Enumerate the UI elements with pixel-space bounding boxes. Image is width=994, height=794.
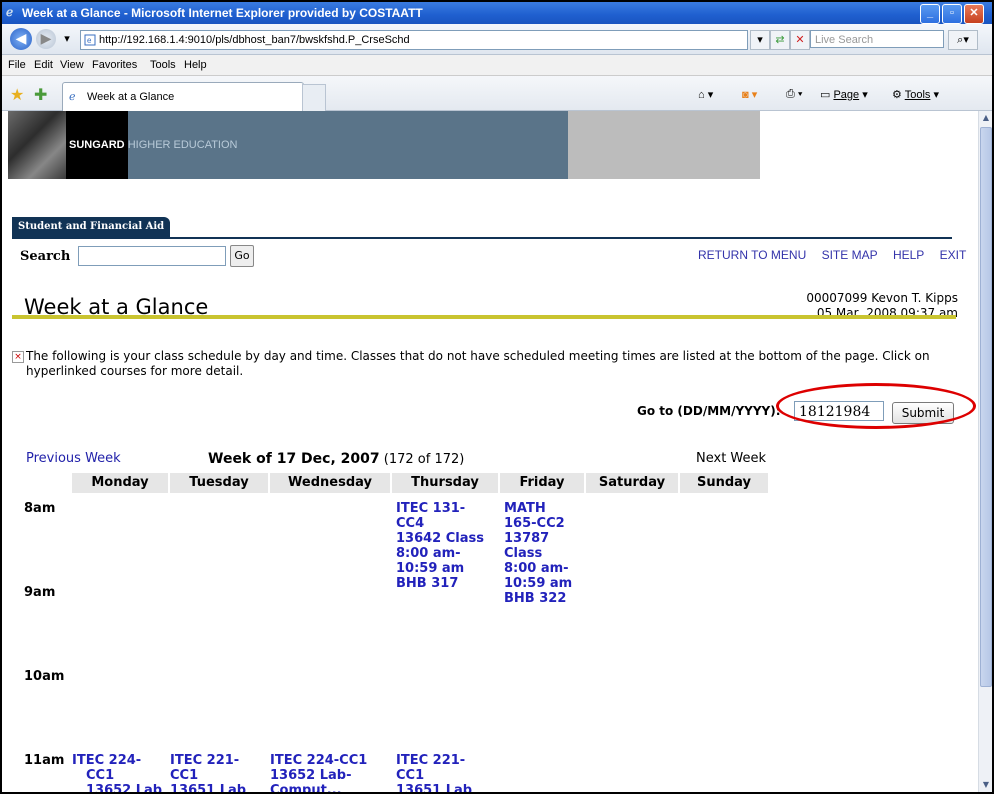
close-button[interactable]: ✕ [964,4,984,24]
goto-date-label: Go to (DD/MM/YYYY): [637,404,781,418]
day-header-tuesday: Tuesday [170,473,268,493]
next-week-link[interactable]: Next Week [696,451,766,466]
day-header-monday: Monday [72,473,168,493]
hour-8am: 8am [24,501,56,516]
tab-student-financial-aid[interactable]: Student and Financial Aid [12,217,171,237]
day-header-thursday: Thursday [392,473,498,493]
top-links: RETURN TO MENU SITE MAP HELP EXIT [698,248,976,262]
tab-label: Week at a Glance [87,91,175,103]
address-dropdown[interactable]: ▾ [750,30,770,50]
refresh-icon[interactable]: ⇄ [770,30,790,50]
day-header-wednesday: Wednesday [270,473,390,493]
menu-tools[interactable]: Tools [150,59,176,71]
nav-divider [12,237,952,239]
go-button[interactable]: Go [230,245,254,267]
favorites-star-icon[interactable]: ★ [10,85,24,104]
address-toolbar: ◀ ▶ ▾ e http://192.168.1.4:9010/pls/dbho… [2,24,992,55]
recent-pages-dropdown[interactable]: ▾ [58,30,76,48]
banner-grey-block [568,111,760,179]
vertical-scrollbar[interactable]: ▲ ▼ [978,111,992,792]
broken-image-icon: × [12,351,24,363]
hour-10am: 10am [24,669,65,684]
back-button[interactable]: ◀ [10,28,32,50]
previous-week-link[interactable]: Previous Week [26,451,121,466]
class-itec131-thursday[interactable]: ITEC 131- CC4 13642 Class 8:00 am- 10:59 am B… [396,501,484,591]
site-map-link[interactable]: SITE MAP [822,248,878,262]
svg-text:e: e [87,36,92,45]
ie-logo-icon: ℯ [6,5,14,19]
home-icon[interactable]: ⌂ ▾ [698,88,713,101]
title-bar: ℯ Week at a Glance - Microsoft Internet … [2,2,992,24]
tools-menu[interactable]: ⚙ Tools ▾ [892,88,939,101]
forward-button[interactable]: ▶ [36,29,56,49]
search-input[interactable] [78,246,226,266]
class-math165-friday[interactable]: MATH 165-CC2 13787 Class 8:00 am- 10:59 am BHB… [504,501,572,606]
maximize-button[interactable]: ▫ [942,4,962,24]
menu-edit[interactable]: Edit [34,59,53,71]
search-label: Search [20,249,71,264]
user-id-name: 00007099 Kevon T. Kipps [806,291,958,305]
class-itec224-monday[interactable]: ITEC 224- CC1 13652 Lab [72,753,162,792]
tab-bar: ★ ✚ ℯ Week at a Glance ⌂ ▾ ◙ ▾ ⎙ ▾ ▭ Pag… [2,76,992,111]
browser-window: ℯ Week at a Glance - Microsoft Internet … [2,2,992,792]
minimize-button[interactable]: _ [920,4,940,24]
return-to-menu-link[interactable]: RETURN TO MENU [698,248,806,262]
campus-photo [8,111,66,179]
menu-view[interactable]: View [60,59,84,71]
scroll-up-icon[interactable]: ▲ [980,111,992,125]
week-of-label: Week of 17 Dec, 2007 (172 of 172) [208,451,465,467]
hour-9am: 9am [24,585,56,600]
brand-text: SUNGARD HIGHER EDUCATION [69,139,238,151]
title-divider [12,315,956,319]
day-header-friday: Friday [500,473,584,493]
exit-link[interactable]: EXIT [940,248,967,262]
banner: SUNGARD HIGHER EDUCATION [8,111,568,179]
live-search-input[interactable]: Live Search [810,30,944,48]
day-header-saturday: Saturday [586,473,678,493]
info-message: × The following is your class schedule b… [12,349,966,379]
help-link[interactable]: HELP [893,248,924,262]
menu-bar: File Edit View Favorites Tools Help [2,55,992,76]
page-content: SUNGARD HIGHER EDUCATION Student and Fin… [8,111,976,792]
class-itec224-wednesday[interactable]: ITEC 224-CC1 13652 Lab- Comput... [270,753,367,792]
page-icon: e [84,34,96,46]
hour-11am: 11am [24,753,65,768]
tab-week-at-a-glance[interactable]: ℯ Week at a Glance [62,82,304,111]
url-text: http://192.168.1.4:9010/pls/dbhost_ban7/… [99,34,410,46]
class-itec221-thursday[interactable]: ITEC 221- CC1 13651 Lab [396,753,472,792]
scrollbar-thumb[interactable] [980,127,992,687]
feeds-icon[interactable]: ◙ ▾ [742,88,757,101]
page-menu[interactable]: ▭ Page ▾ [820,88,868,101]
menu-file[interactable]: File [8,59,26,71]
window-title: Week at a Glance - Microsoft Internet Ex… [22,6,423,20]
menu-help[interactable]: Help [184,59,207,71]
stop-icon[interactable]: ✕ [790,30,810,50]
class-itec221-tuesday[interactable]: ITEC 221- CC1 13651 Lab [170,753,246,792]
search-icon[interactable]: ⌕▾ [948,30,978,50]
new-tab-button[interactable] [302,84,326,111]
scroll-down-icon[interactable]: ▼ [980,778,992,792]
add-favorite-icon[interactable]: ✚ [34,85,47,104]
address-field[interactable]: e http://192.168.1.4:9010/pls/dbhost_ban… [80,30,748,50]
tab-page-icon: ℯ [69,91,76,103]
menu-favorites[interactable]: Favorites [92,59,137,71]
day-header-sunday: Sunday [680,473,768,493]
info-text: The following is your class schedule by … [26,349,930,378]
print-icon[interactable]: ⎙ ▾ [786,88,802,101]
highlight-ellipse [776,383,976,429]
